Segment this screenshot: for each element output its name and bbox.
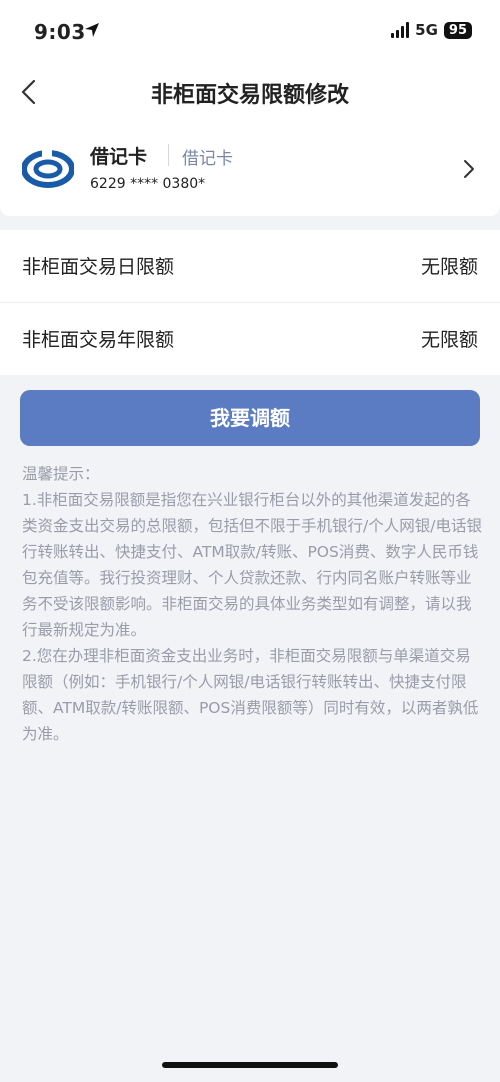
daily-limit-row: 非柜面交易日限额 无限额 — [0, 230, 500, 303]
bank-logo-icon — [22, 150, 74, 188]
network-type: 5G — [415, 21, 438, 39]
status-time: 9:03 — [34, 20, 86, 44]
chevron-right-icon[interactable] — [462, 158, 476, 180]
daily-limit-value: 无限额 — [420, 256, 478, 278]
card-number: 6229 **** 0380* — [90, 176, 206, 192]
card-type: 借记卡 — [182, 149, 233, 169]
limits-list: 非柜面交易日限额 无限额 非柜面交易年限额 无限额 — [0, 230, 500, 375]
tips-item: 2.您在办理非柜面资金支出业务时，非柜面交易限额与单渠道交易限额（例如：手机银行… — [22, 647, 479, 743]
yearly-limit-value: 无限额 — [420, 329, 478, 351]
yearly-limit-row: 非柜面交易年限额 无限额 — [0, 303, 500, 375]
tips-item: 1.非柜面交易限额是指您在兴业银行柜台以外的其他渠道发起的各类资金支出交易的总限… — [22, 491, 482, 639]
yearly-limit-label: 非柜面交易年限额 — [22, 329, 175, 351]
tips-heading: 温馨提示： — [22, 465, 100, 483]
nav-bar: 非柜面交易限额修改 — [0, 62, 500, 122]
status-bar: 9:03 5G 95 — [0, 0, 500, 62]
battery-indicator: 95 — [443, 21, 472, 39]
tips-section: 温馨提示： 1.非柜面交易限额是指您在兴业银行柜台以外的其他渠道发起的各类资金支… — [22, 461, 482, 747]
signal-icon — [391, 22, 410, 38]
home-indicator — [162, 1062, 338, 1068]
card-selector[interactable]: 借记卡 借记卡 6229 **** 0380* — [0, 122, 500, 216]
card-divider — [168, 144, 169, 166]
status-indicators: 5G 95 — [391, 21, 472, 39]
page-title: 非柜面交易限额修改 — [150, 83, 349, 108]
card-name: 借记卡 — [90, 146, 148, 168]
adjust-limit-button[interactable]: 我要调额 — [20, 390, 480, 446]
daily-limit-label: 非柜面交易日限额 — [22, 256, 175, 278]
location-arrow-icon — [85, 23, 99, 37]
